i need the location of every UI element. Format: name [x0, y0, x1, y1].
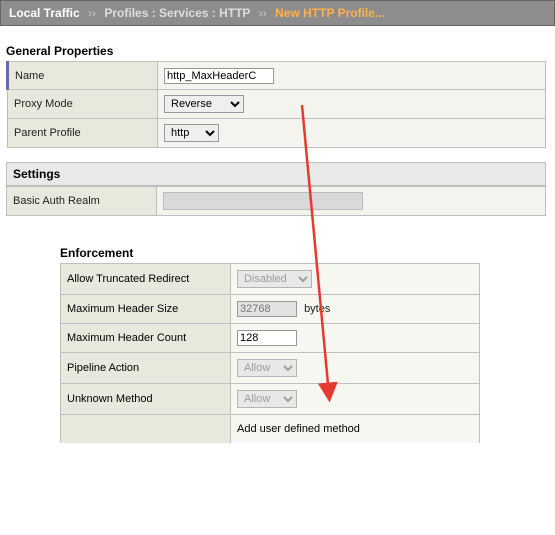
- pipeline-action-label: Pipeline Action: [61, 353, 231, 384]
- max-header-size-label: Maximum Header Size: [61, 295, 231, 324]
- basic-auth-realm-label: Basic Auth Realm: [7, 187, 157, 216]
- max-header-size-input: [237, 301, 297, 317]
- name-label: Name: [8, 62, 158, 90]
- allow-truncated-redirect-label: Allow Truncated Redirect: [61, 264, 231, 295]
- general-properties-title: General Properties: [6, 44, 555, 58]
- allow-truncated-redirect-select: Disabled: [237, 270, 312, 288]
- max-header-size-unit: bytes: [304, 303, 330, 315]
- breadcrumb-current: New HTTP Profile...: [275, 6, 385, 20]
- pipeline-action-select: Allow: [237, 359, 297, 377]
- general-properties-table: Name Proxy Mode Reverse Parent Profile h…: [6, 61, 546, 148]
- max-header-count-label: Maximum Header Count: [61, 324, 231, 353]
- breadcrumb-root[interactable]: Local Traffic: [9, 6, 80, 20]
- name-input[interactable]: [164, 68, 274, 84]
- proxy-mode-select[interactable]: Reverse: [164, 95, 244, 113]
- add-user-defined-method-label: Add user defined method: [231, 415, 480, 443]
- unknown-method-label: Unknown Method: [61, 384, 231, 415]
- settings-table: Basic Auth Realm: [6, 186, 546, 216]
- enforcement-title: Enforcement: [60, 246, 480, 260]
- breadcrumb-sep-2: ››: [259, 6, 267, 20]
- parent-profile-select[interactable]: http: [164, 124, 219, 142]
- unknown-method-select: Allow: [237, 390, 297, 408]
- enforcement-table: Allow Truncated Redirect Disabled Maximu…: [60, 263, 480, 443]
- enforcement-spacer: [61, 415, 231, 443]
- settings-title: Settings: [6, 162, 546, 186]
- parent-profile-label: Parent Profile: [8, 119, 158, 148]
- basic-auth-realm-input: [163, 192, 363, 210]
- breadcrumb-path[interactable]: Profiles : Services : HTTP: [104, 6, 250, 20]
- breadcrumb-sep-1: ››: [88, 6, 96, 20]
- proxy-mode-label: Proxy Mode: [8, 90, 158, 119]
- breadcrumb: Local Traffic ›› Profiles : Services : H…: [0, 0, 555, 26]
- max-header-count-input[interactable]: [237, 330, 297, 346]
